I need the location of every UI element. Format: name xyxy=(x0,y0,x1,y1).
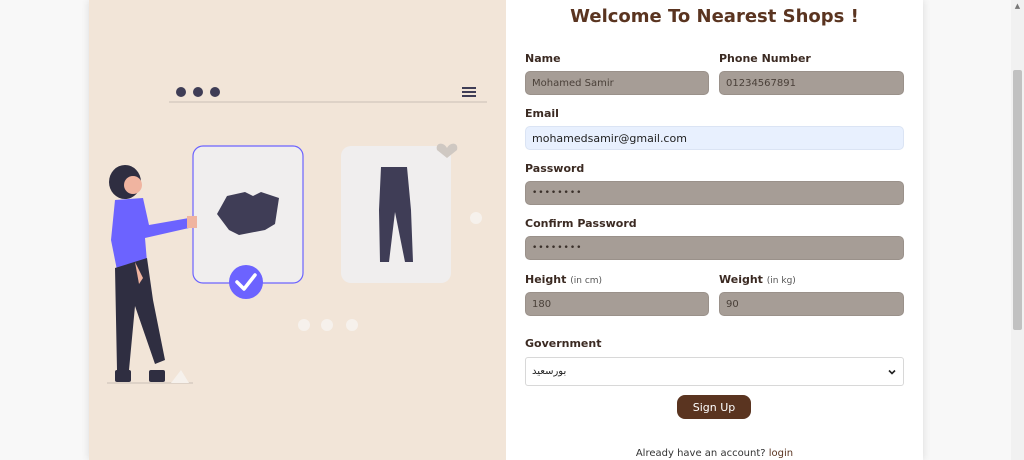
chevron-down-icon xyxy=(888,369,896,375)
person-figure xyxy=(107,165,197,384)
height-unit: (in cm) xyxy=(570,276,603,286)
pager-dot xyxy=(298,319,310,331)
height-label: Height (in cm) xyxy=(525,273,602,286)
weight-label-text: Weight xyxy=(719,273,763,286)
window-dot-icon xyxy=(176,87,186,97)
login-prompt: Already have an account? login xyxy=(506,448,923,459)
password-field[interactable]: •••••••• xyxy=(525,181,904,205)
scroll-up-icon[interactable]: ▲ xyxy=(1011,0,1024,13)
confirm-password-field[interactable]: •••••••• xyxy=(525,236,904,260)
weight-field[interactable]: 90 xyxy=(719,292,904,316)
check-icon xyxy=(229,265,263,299)
confirm-password-label: Confirm Password xyxy=(525,217,637,230)
height-field[interactable]: 180 xyxy=(525,292,709,316)
phone-label: Phone Number xyxy=(719,52,811,65)
sign-up-button[interactable]: Sign Up xyxy=(677,395,751,419)
weight-unit: (in kg) xyxy=(766,276,796,286)
government-select[interactable]: بورسعيد xyxy=(525,357,904,386)
signup-card: Welcome To Nearest Shops ! Name Mohamed … xyxy=(89,0,923,460)
scrollbar-thumb[interactable] xyxy=(1013,70,1022,330)
name-label: Name xyxy=(525,52,561,65)
window-dot-icon xyxy=(210,87,220,97)
login-prompt-text: Already have an account? xyxy=(635,448,766,459)
weight-label: Weight (in kg) xyxy=(719,273,796,286)
height-label-text: Height xyxy=(525,273,567,286)
email-field[interactable]: mohamedsamir@gmail.com xyxy=(525,126,904,150)
name-field[interactable]: Mohamed Samir xyxy=(525,71,709,95)
login-link[interactable]: login xyxy=(769,448,793,459)
window-dot-icon xyxy=(193,87,203,97)
phone-field[interactable]: 01234567891 xyxy=(719,71,904,95)
shopping-illustration xyxy=(107,87,487,384)
menu-icon xyxy=(462,87,476,97)
email-label: Email xyxy=(525,107,559,120)
page-title: Welcome To Nearest Shops ! xyxy=(570,6,859,27)
pager-dot xyxy=(346,319,358,331)
pager-dot xyxy=(321,319,333,331)
government-label: Government xyxy=(525,337,602,350)
government-selected-value: بورسعيد xyxy=(532,366,567,377)
signup-form: Welcome To Nearest Shops ! Name Mohamed … xyxy=(506,0,923,460)
password-label: Password xyxy=(525,162,585,175)
vertical-scrollbar[interactable]: ▲ xyxy=(1011,0,1024,460)
illustration-panel xyxy=(89,0,506,460)
